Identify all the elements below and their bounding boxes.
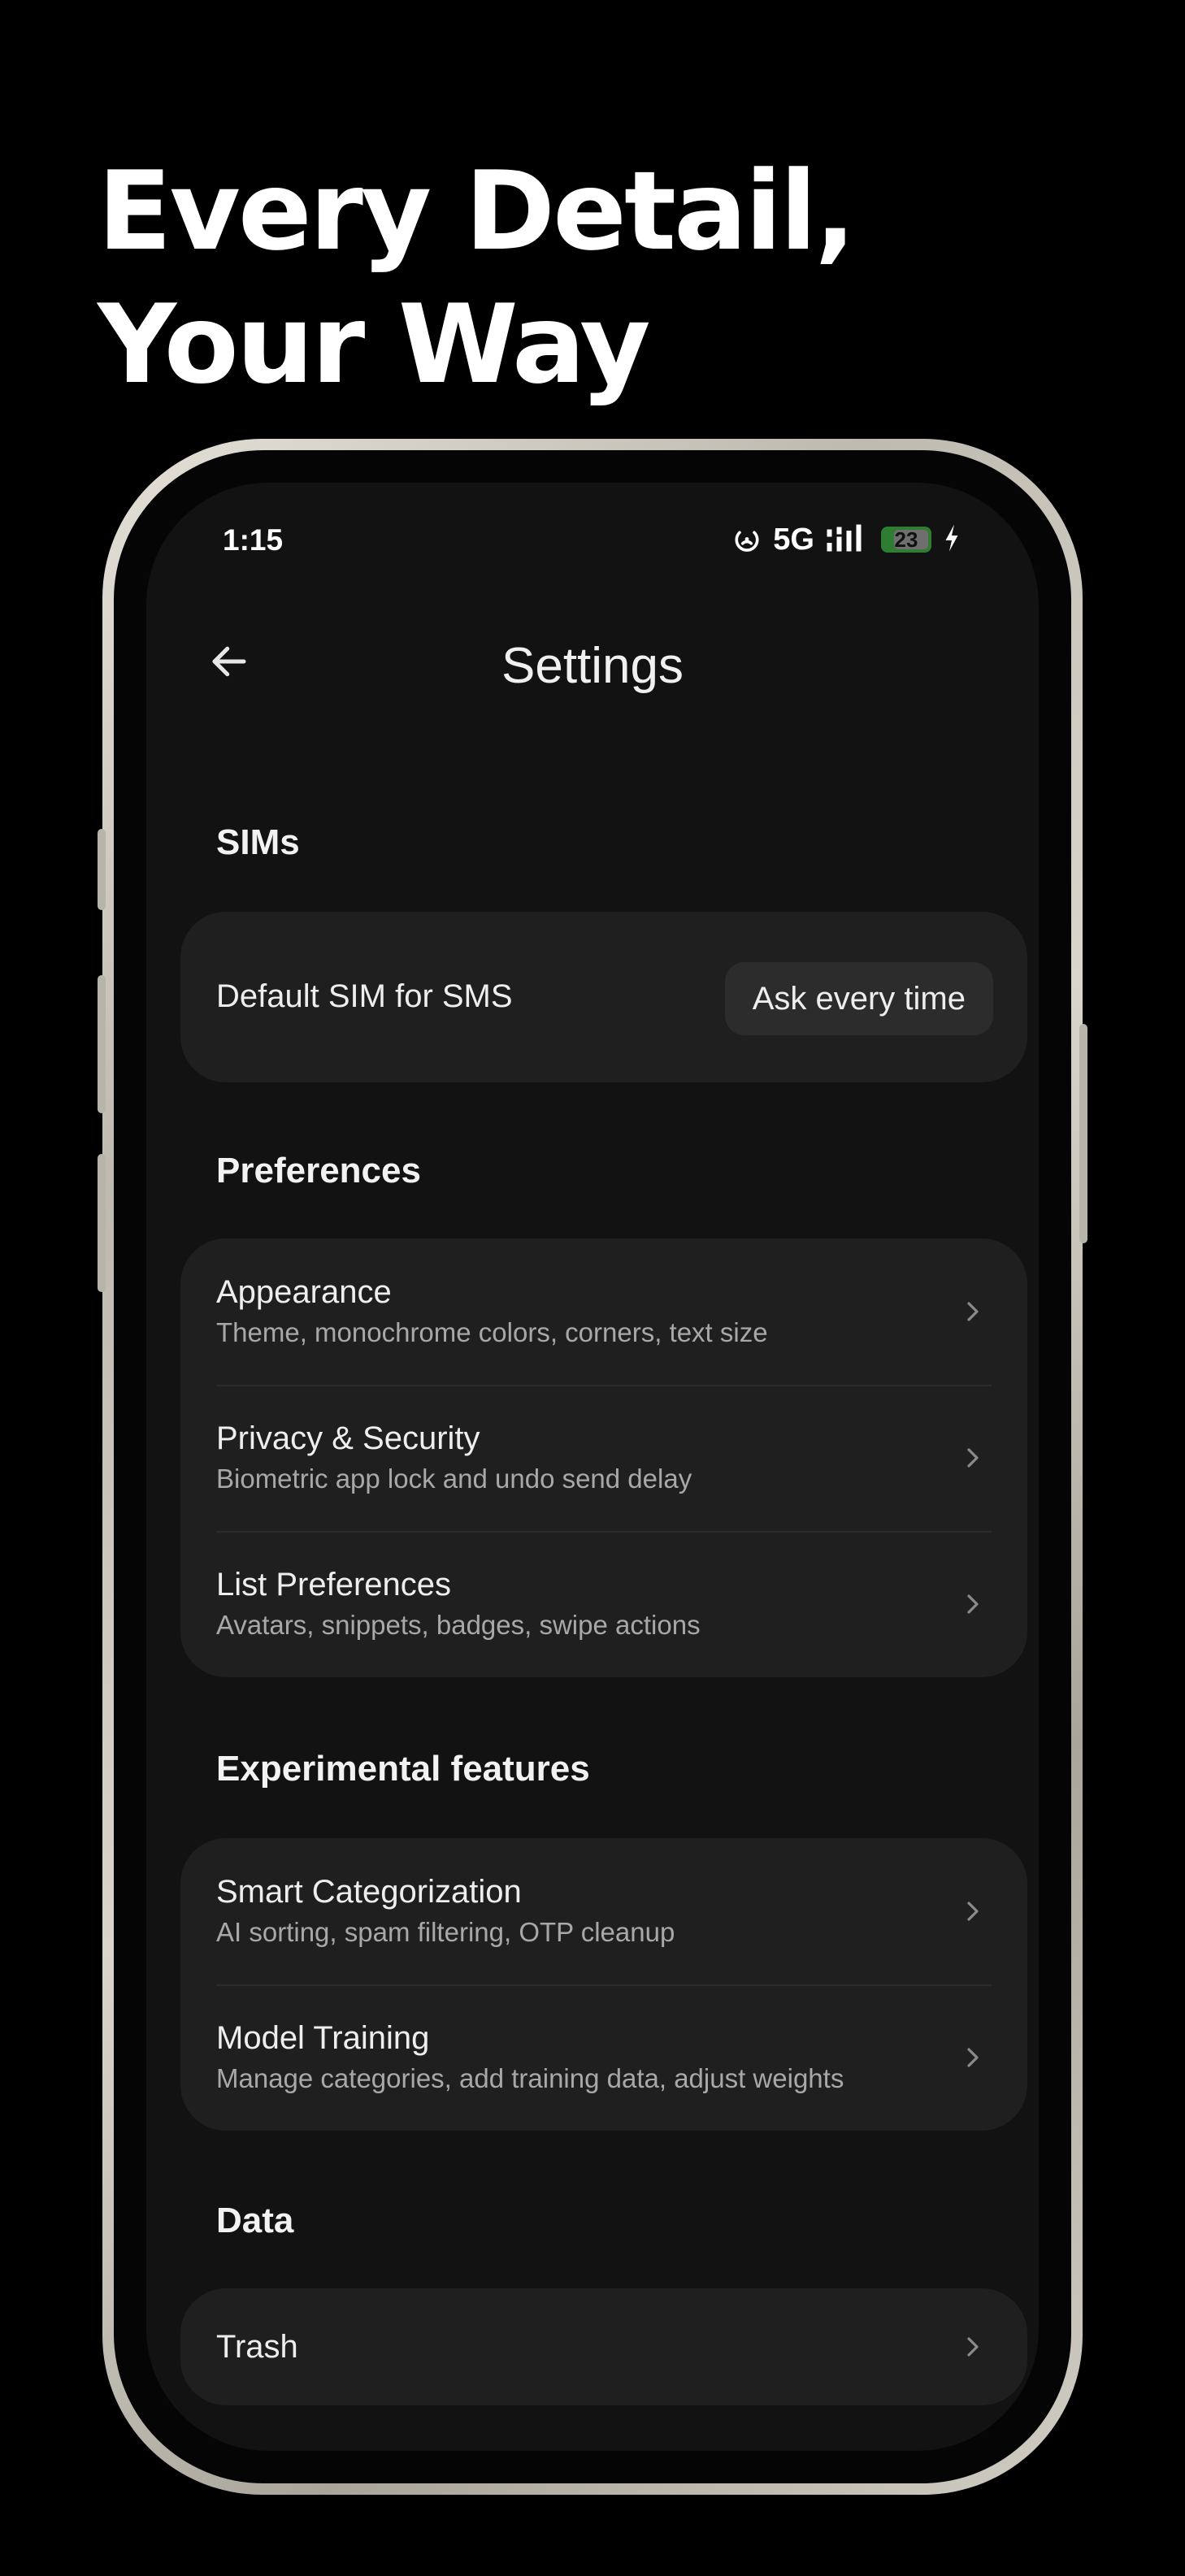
- item-subtitle: Biometric app lock and undo send delay: [216, 1464, 692, 1494]
- phone-side-button-power: [1079, 1024, 1087, 1243]
- charging-icon: [943, 523, 961, 557]
- item-title: List Preferences: [216, 1567, 452, 1602]
- preferences-card: Appearance Theme, monochrome colors, cor…: [180, 1238, 1027, 1677]
- item-title: Appearance: [216, 1274, 392, 1310]
- settings-item-privacy-security[interactable]: Privacy & Security Biometric app lock an…: [180, 1385, 1027, 1531]
- section-title-experimental: Experimental features: [216, 1749, 590, 1789]
- default-sim-selector[interactable]: Ask every time: [724, 962, 993, 1035]
- battery-icon: 23: [881, 527, 931, 553]
- status-icons: 5G 23: [732, 520, 961, 559]
- section-title-sims: SIMs: [216, 822, 300, 862]
- chevron-right-icon: [961, 1299, 985, 1324]
- status-time: 1:15: [223, 523, 284, 557]
- page-title: Settings: [501, 638, 684, 694]
- settings-item-smart-categorization[interactable]: Smart Categorization AI sorting, spam fi…: [180, 1838, 1027, 1984]
- hotspot-icon: [732, 523, 762, 557]
- phone-bezel: 1:15 5G 23 Settings SIMs Default SIM for…: [114, 450, 1071, 2483]
- chevron-right-icon: [961, 1899, 985, 1923]
- section-title-data: Data: [216, 2201, 294, 2240]
- network-type: 5G: [773, 522, 814, 557]
- chevron-right-icon: [961, 1446, 985, 1470]
- phone-frame: 1:15 5G 23 Settings SIMs Default SIM for…: [98, 439, 1087, 2495]
- settings-item-appearance[interactable]: Appearance Theme, monochrome colors, cor…: [180, 1238, 1027, 1385]
- phone-side-button-volume-up: [98, 975, 106, 1113]
- item-title: Trash: [216, 2329, 298, 2365]
- experimental-card: Smart Categorization AI sorting, spam fi…: [180, 1838, 1027, 2131]
- section-title-preferences: Preferences: [216, 1151, 421, 1190]
- chevron-right-icon: [961, 2335, 985, 2359]
- signal-icon: [826, 523, 870, 557]
- settings-item-model-training[interactable]: Model Training Manage categories, add tr…: [180, 1984, 1027, 2131]
- item-subtitle: Avatars, snippets, badges, swipe actions: [216, 1610, 701, 1640]
- item-title: Privacy & Security: [216, 1420, 480, 1456]
- data-card: Trash: [180, 2288, 1027, 2405]
- phone-side-button-volume-down: [98, 1154, 106, 1292]
- phone-side-button-action: [98, 829, 106, 910]
- item-title: Model Training: [216, 2020, 430, 2056]
- settings-item-list-preferences[interactable]: List Preferences Avatars, snippets, badg…: [180, 1531, 1027, 1677]
- settings-item-trash[interactable]: Trash: [180, 2288, 1027, 2405]
- item-title: Smart Categorization: [216, 1874, 522, 1910]
- default-sim-label: Default SIM for SMS: [216, 978, 513, 1014]
- battery-level: 23: [894, 527, 918, 552]
- phone-screen: 1:15 5G 23 Settings SIMs Default SIM for…: [146, 483, 1039, 2451]
- chevron-right-icon: [961, 2045, 985, 2070]
- item-subtitle: AI sorting, spam filtering, OTP cleanup: [216, 1917, 675, 1947]
- item-subtitle: Theme, monochrome colors, corners, text …: [216, 1317, 768, 1347]
- marketing-headline: Every Detail, Your Way: [98, 145, 856, 411]
- chevron-right-icon: [961, 1592, 985, 1616]
- headline-line-2: Your Way: [98, 281, 651, 408]
- sim-card: Default SIM for SMS Ask every time: [180, 912, 1027, 1082]
- item-subtitle: Manage categories, add training data, ad…: [216, 2063, 844, 2093]
- headline-line-1: Every Detail,: [98, 148, 856, 275]
